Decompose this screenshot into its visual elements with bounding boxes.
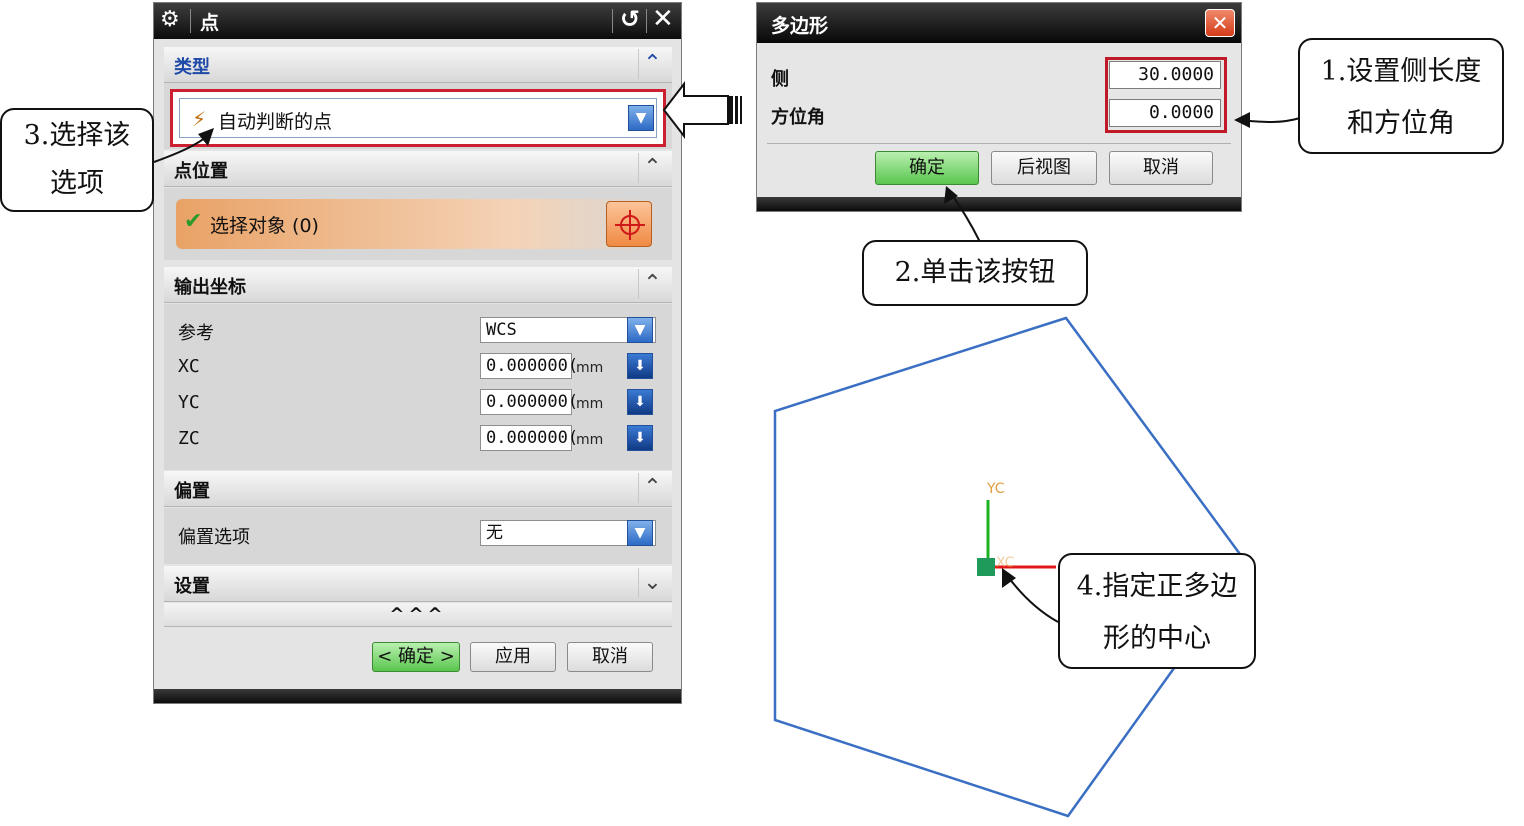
callout4-pointer <box>1005 573 1059 623</box>
arrowhead-icon <box>1234 112 1250 128</box>
arrowhead-icon <box>198 128 214 146</box>
callout-step4-line2: 形的中心 <box>1103 623 1211 654</box>
callout-step4-line1: 4.指定正多边 <box>1076 571 1238 602</box>
callout-step3-line1: 3.选择该 <box>23 120 131 151</box>
callout-step3: 3.选择该 选项 <box>0 108 154 212</box>
callout-step1: 1.设置侧长度 和方位角 <box>1298 38 1504 154</box>
callout-step2: 2.单击该按钮 <box>862 240 1088 306</box>
origin-marker[interactable] <box>977 558 995 576</box>
callout-step4: 4.指定正多边 形的中心 <box>1058 553 1256 669</box>
x-axis-label: XC <box>996 555 1015 571</box>
callout2-pointer <box>949 191 981 243</box>
callout-step1-line2: 和方位角 <box>1347 108 1455 139</box>
callout-step2-text: 2.单击该按钮 <box>894 257 1056 288</box>
annotation-overlay: YC XC <box>153 81 1301 818</box>
callout-step3-line2: 选项 <box>50 168 104 199</box>
y-axis-label: YC <box>986 481 1005 497</box>
callout-step1-line1: 1.设置侧长度 <box>1320 56 1482 87</box>
hollow-arrow-icon <box>662 81 742 139</box>
